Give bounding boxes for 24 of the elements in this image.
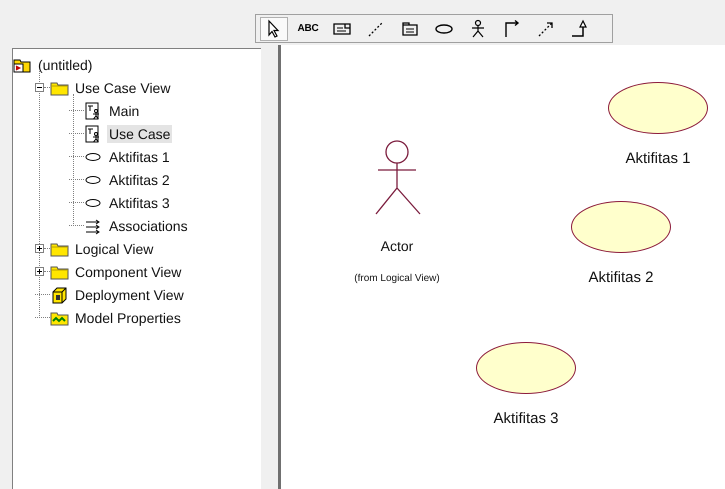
- tree-item[interactable]: Deployment View: [73, 286, 186, 304]
- generalization-arrow-icon: [570, 18, 590, 38]
- actor-name: Actor: [380, 237, 414, 256]
- tree-item[interactable]: Component View: [73, 262, 184, 280]
- tree-item[interactable]: (untitled): [36, 56, 94, 74]
- tree-item[interactable]: Aktifitas 2: [107, 170, 172, 188]
- tree-item[interactable]: Associations: [107, 216, 190, 234]
- expand-icon[interactable]: [35, 244, 44, 253]
- tree-item[interactable]: Use Case: [107, 124, 172, 142]
- tool-button[interactable]: [260, 16, 288, 40]
- tree-item[interactable]: Logical View: [73, 240, 156, 258]
- use-case-name: Aktifitas 3: [493, 409, 559, 429]
- use-case-name: Aktifitas 2: [588, 268, 654, 288]
- tree-item[interactable]: Aktifitas 1: [107, 148, 172, 166]
- text-tool-button[interactable]: ABC: [294, 16, 322, 40]
- collapse-icon[interactable]: [35, 83, 44, 92]
- cube-icon: [50, 286, 69, 304]
- actor-note: (from Logical View): [354, 272, 440, 286]
- tree-item[interactable]: Model Properties: [73, 308, 183, 326]
- use-case-name: Aktifitas 1: [625, 149, 691, 169]
- tree-item[interactable]: Main: [107, 102, 142, 120]
- tree-item[interactable]: Use Case View: [73, 78, 172, 96]
- tree-item[interactable]: Aktifitas 3: [107, 194, 172, 212]
- expand-icon[interactable]: [35, 267, 44, 276]
